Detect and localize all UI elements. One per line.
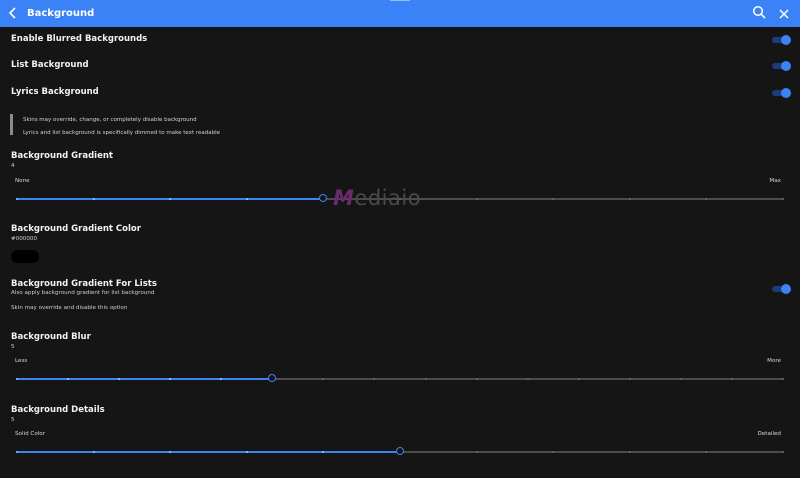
setting-label: Background Blur (11, 332, 91, 342)
slider-min-label: None (15, 178, 30, 184)
setting-label: List Background (11, 60, 89, 70)
setting-value: 5 (11, 344, 15, 350)
slider-max-label: Detailed (757, 431, 781, 437)
setting-list-background[interactable]: List Background (11, 60, 789, 72)
setting-value: 4 (11, 163, 15, 169)
toggle-knob (781, 60, 791, 71)
slider-tick (169, 197, 172, 200)
slider-fill (17, 450, 400, 453)
slider-thumb[interactable] (268, 374, 277, 382)
slider-tick (628, 450, 631, 453)
watermark: Mediaio (333, 186, 421, 210)
back-icon (8, 4, 18, 23)
setting-label: Lyrics Background (11, 87, 99, 97)
slider-thumb[interactable] (396, 447, 404, 455)
slider-tick (730, 377, 733, 380)
setting-lyrics-background[interactable]: Lyrics Background (11, 87, 789, 99)
slider-max-label: Max (769, 178, 781, 184)
setting-blurred-backgrounds[interactable]: Enable Blurred Backgrounds (11, 34, 789, 46)
setting-description: Also apply background gradient for list … (11, 290, 155, 296)
slider-tick (475, 377, 478, 380)
slider-tick (67, 377, 70, 380)
slider-tick (475, 450, 478, 453)
list-background-toggle[interactable] (772, 60, 791, 71)
blurred-backgrounds-toggle[interactable] (772, 34, 791, 45)
setting-value: 5 (11, 417, 15, 423)
watermark-text: ediaio (354, 186, 422, 210)
slider-tick (16, 197, 18, 200)
slider-tick (782, 450, 784, 453)
details-slider[interactable] (16, 447, 784, 457)
slider-min-label: Solid Color (15, 431, 46, 437)
slider-fill (17, 377, 273, 380)
slider-tick (92, 450, 95, 453)
slider-tick (679, 377, 682, 380)
color-hex-value: #000000 (11, 236, 38, 242)
slider-tick (628, 197, 631, 200)
slider-max-label: More (767, 358, 781, 364)
slider-tick (245, 197, 248, 200)
slider-tick (245, 450, 248, 453)
slider-tick (577, 377, 580, 380)
back-button[interactable] (0, 4, 26, 23)
page-title: Background (27, 8, 95, 19)
toggle-knob (781, 87, 791, 98)
slider-tick (169, 450, 172, 453)
gradient-for-lists-toggle[interactable] (772, 283, 791, 294)
watermark-m: M (333, 186, 355, 210)
close-icon (779, 4, 789, 23)
setting-hint: Skin may override and disable this optio… (11, 305, 128, 311)
setting-background-blur: Background Blur 5 (11, 332, 789, 350)
toggle-knob (781, 34, 791, 45)
slider-tick (526, 377, 529, 380)
close-button[interactable] (774, 4, 794, 24)
setting-label: Enable Blurred Backgrounds (11, 34, 148, 44)
color-swatch[interactable] (11, 250, 39, 263)
slider-tick (424, 377, 427, 380)
setting-label: Background Gradient (11, 151, 113, 161)
slider-tick (16, 377, 18, 380)
slider-tick (782, 377, 784, 380)
top-app-bar: Background (0, 0, 800, 27)
slider-tick (475, 197, 478, 200)
setting-gradient-for-lists[interactable]: Background Gradient For Lists Also apply… (11, 279, 789, 311)
note-line: Skins may override, change, or completel… (23, 117, 197, 123)
slider-tick (782, 197, 784, 200)
setting-background-details: Background Details 5 (11, 405, 789, 423)
status-notch (390, 0, 410, 1)
setting-label: Background Gradient Color (11, 224, 141, 234)
search-icon (752, 4, 766, 23)
setting-label: Background Gradient For Lists (11, 279, 157, 289)
search-button[interactable] (749, 4, 769, 24)
slider-tick (118, 377, 121, 380)
slider-tick (552, 450, 555, 453)
setting-background-gradient: Background Gradient 4 (11, 151, 789, 169)
setting-label: Background Details (11, 405, 105, 415)
slider-tick (169, 377, 172, 380)
note-line: Lyrics and list background is specifical… (23, 130, 221, 136)
slider-tick (220, 377, 223, 380)
slider-tick (16, 450, 18, 453)
slider-thumb[interactable] (319, 194, 328, 202)
toggle-knob (781, 283, 791, 294)
slider-tick (92, 197, 95, 200)
setting-gradient-color[interactable]: Background Gradient Color #000000 (11, 224, 789, 242)
blur-slider[interactable] (16, 374, 784, 384)
slider-tick (628, 377, 631, 380)
slider-tick (552, 197, 555, 200)
info-note: Skins may override, change, or completel… (10, 114, 523, 136)
slider-min-label: Less (15, 358, 28, 364)
lyrics-background-toggle[interactable] (772, 87, 791, 98)
